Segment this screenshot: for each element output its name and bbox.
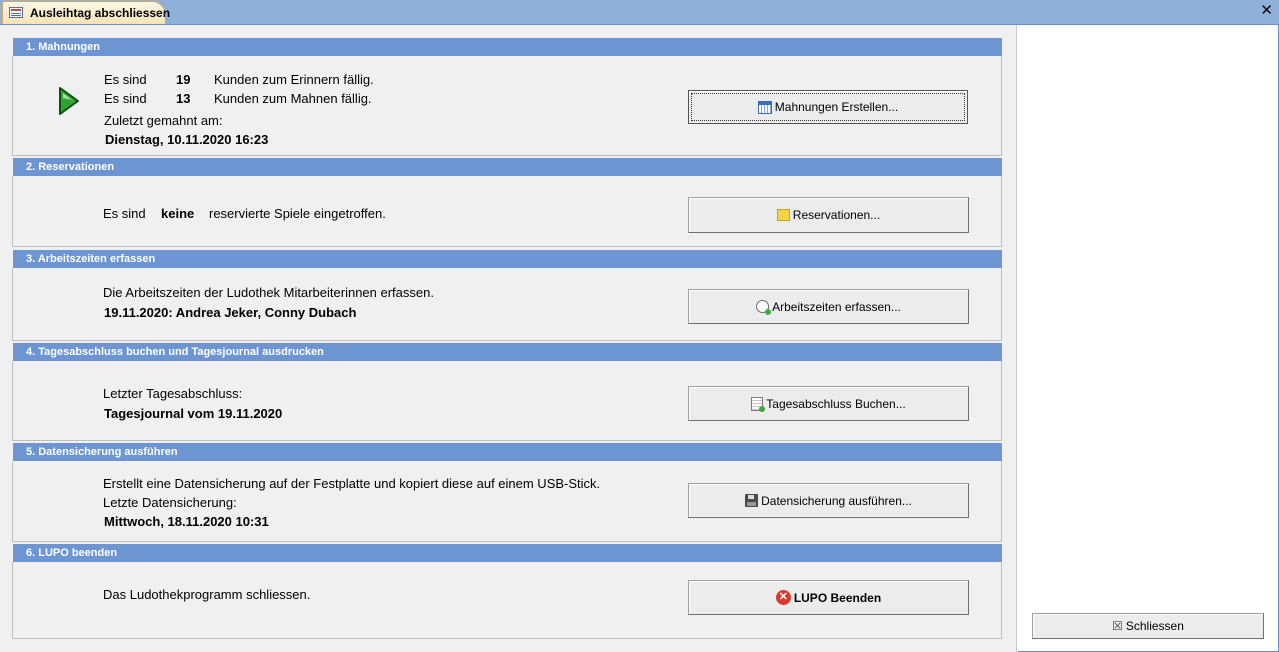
section-header-mahnungen: 1. Mahnungen (13, 38, 1002, 56)
reminder-count: 19 (176, 72, 191, 87)
clock-add-icon (756, 300, 772, 315)
last-backup-value: Mittwoch, 18.11.2020 10:31 (104, 514, 269, 529)
reservation-value: keine (161, 206, 195, 221)
reminder-prefix: Es sind (104, 72, 147, 87)
close-small-icon: ☒ (1112, 619, 1123, 633)
last-dunning-value: Dienstag, 10.11.2020 16:23 (105, 132, 269, 147)
note-icon (776, 209, 790, 221)
last-dunning-label: Zuletzt gemahnt am: (104, 113, 223, 128)
dunning-count: 13 (176, 91, 191, 106)
reservations-label: Reservationen... (792, 208, 881, 222)
close-form-button[interactable]: ☒ Schliessen (1032, 613, 1264, 639)
reservation-text: reservierte Spiele eingetroffen. (209, 206, 386, 221)
section-header-reservationen: 2. Reservationen (13, 158, 1002, 176)
exit-lupo-label: LUPO Beenden (793, 590, 882, 605)
worktime-value: 19.11.2020: Andrea Jeker, Conny Dubach (104, 305, 357, 320)
reservation-prefix: Es sind (103, 206, 146, 221)
floppy-disk-icon (745, 494, 759, 507)
reservations-button[interactable]: Reservationen... (688, 197, 969, 233)
backup-button[interactable]: Datensicherung ausführen... (688, 483, 969, 518)
worktime-description: Die Arbeitszeiten der Ludothek Mitarbeit… (103, 285, 434, 300)
exit-lupo-button[interactable]: ✕ LUPO Beenden (688, 580, 969, 615)
last-backup-label: Letzte Datensicherung: (103, 495, 237, 510)
create-dunning-button[interactable]: Mahnungen Erstellen... (688, 90, 968, 124)
document-tab[interactable]: Ausleihtag abschliessen (2, 1, 170, 24)
section-header-lupo-beenden: 6. LUPO beenden (13, 544, 1002, 562)
journal-add-icon (751, 396, 766, 412)
right-pane (1018, 25, 1279, 652)
dunning-prefix: Es sind (104, 91, 147, 106)
tab-title: Ausleihtag abschliessen (30, 6, 171, 20)
exit-description: Das Ludothekprogramm schliessen. (103, 587, 311, 602)
stop-icon: ✕ (775, 590, 791, 605)
document-tab-strip: Ausleihtag abschliessen ✕ (0, 0, 1279, 25)
section-header-arbeitszeiten: 3. Arbeitszeiten erfassen (13, 250, 1002, 268)
closing-label: Letzter Tagesabschluss: (103, 386, 243, 401)
dunning-text: Kunden zum Mahnen fällig. (214, 91, 372, 106)
close-icon[interactable]: ✕ (1260, 3, 1273, 19)
green-arrow-icon (59, 87, 79, 115)
section-header-tagesabschluss: 4. Tagesabschluss buchen und Tagesjourna… (13, 343, 1002, 361)
section-header-datensicherung: 5. Datensicherung ausführen (13, 443, 1002, 461)
worktime-label: Arbeitszeiten erfassen... (772, 299, 901, 314)
backup-description: Erstellt eine Datensicherung auf der Fes… (103, 476, 601, 491)
closing-value: Tagesjournal vom 19.11.2020 (104, 406, 283, 421)
form-icon (9, 7, 23, 18)
daily-closing-button[interactable]: Tagesabschluss Buchen... (688, 386, 969, 421)
backup-label: Datensicherung ausführen... (761, 493, 912, 508)
reminder-text: Kunden zum Erinnern fällig. (214, 72, 374, 87)
calendar-icon (757, 100, 772, 114)
create-dunning-label: Mahnungen Erstellen... (774, 100, 899, 114)
worktime-button[interactable]: Arbeitszeiten erfassen... (688, 289, 969, 324)
daily-closing-label: Tagesabschluss Buchen... (766, 396, 906, 411)
close-form-label: Schliessen (1125, 619, 1184, 633)
